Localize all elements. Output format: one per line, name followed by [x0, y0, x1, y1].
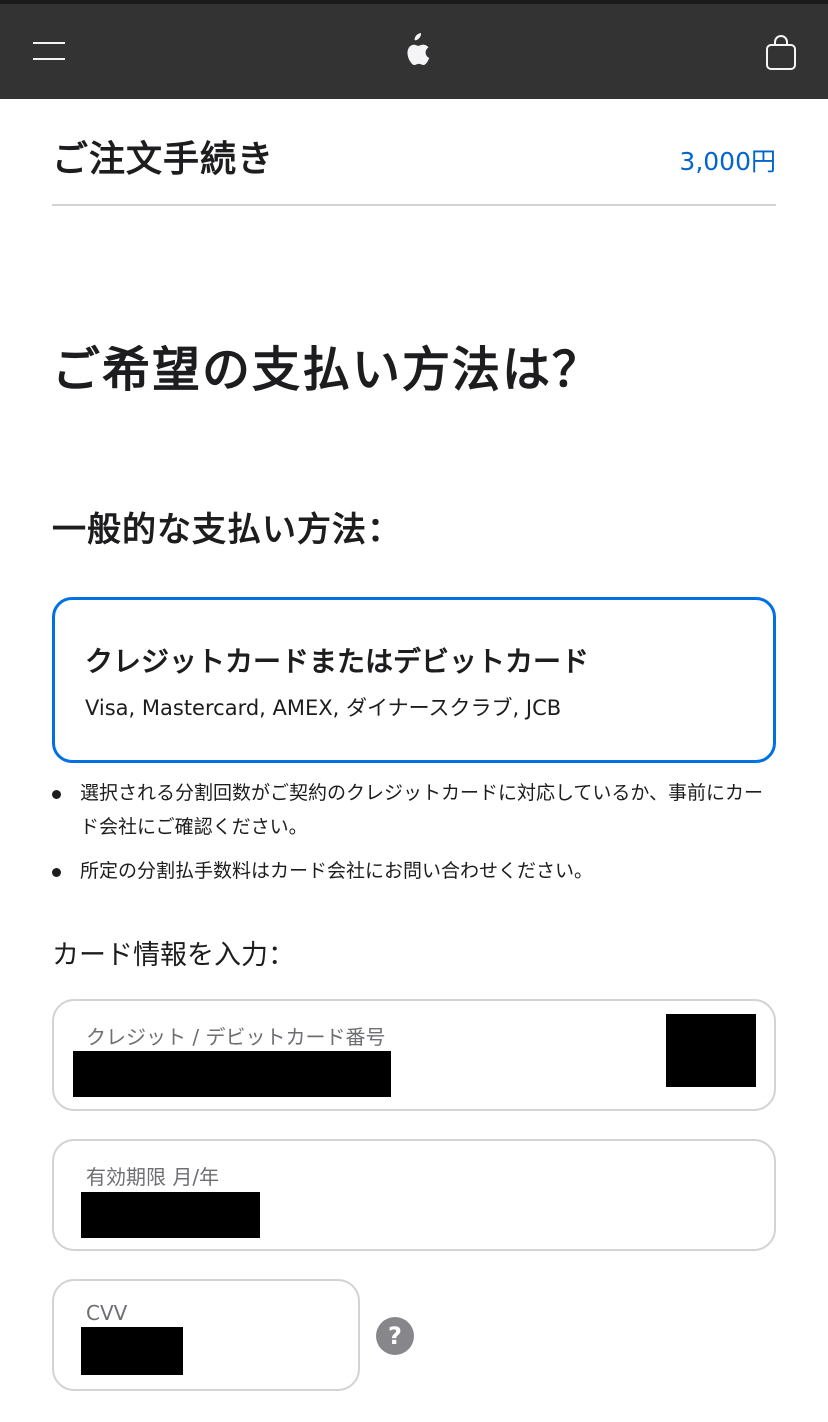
credit-debit-card-option[interactable]: クレジットカードまたはデビットカード Visa, Mastercard, AME… — [52, 597, 776, 763]
payment-option-title: クレジットカードまたはデビットカード — [85, 645, 590, 678]
payment-method-heading: ご希望の支払い方法は？ — [52, 342, 603, 398]
card-number-redacted-value — [73, 1051, 391, 1097]
card-info-heading: カード情報を入力： — [52, 940, 295, 971]
payment-notes: 選択される分割回数がご契約のクレジットカードに対応しているか、事前にカード会社に… — [52, 776, 782, 898]
expiry-label: 有効期限 月/年 — [86, 1165, 220, 1189]
page-title: ご注文手続き — [52, 139, 275, 180]
note-text: 選択される分割回数がご契約のクレジットカードに対応しているか、事前にカード会社に… — [80, 782, 764, 838]
shopping-bag-icon[interactable] — [764, 33, 798, 73]
card-number-label: クレジット / デビットカード番号 — [86, 1025, 386, 1049]
apple-logo-icon[interactable] — [397, 31, 431, 71]
card-number-field[interactable]: クレジット / デビットカード番号 — [52, 999, 776, 1111]
order-total-link[interactable]: 3,000円 — [679, 142, 776, 178]
note-text: 所定の分割払手数料はカード会社にお問い合わせください。 — [80, 860, 594, 882]
bullet-icon — [52, 790, 61, 799]
cvv-label: CVV — [86, 1301, 128, 1325]
checkout-header: ご注文手続き 3,000円 — [52, 124, 776, 206]
card-brand-redacted-icon — [666, 1014, 756, 1087]
accepted-cards-list: Visa, Mastercard, AMEX, ダイナースクラブ, JCB — [85, 696, 562, 720]
common-payment-methods-heading: 一般的な支払い方法： — [52, 510, 402, 550]
bullet-icon — [52, 868, 61, 877]
cvv-redacted-value — [81, 1327, 183, 1375]
expiry-date-field[interactable]: 有効期限 月/年 — [52, 1139, 776, 1251]
cvv-help-icon[interactable]: ? — [376, 1317, 414, 1355]
menu-icon[interactable] — [33, 42, 65, 64]
list-item: 所定の分割払手数料はカード会社にお問い合わせください。 — [52, 854, 782, 888]
list-item: 選択される分割回数がご契約のクレジットカードに対応しているか、事前にカード会社に… — [52, 776, 782, 844]
global-nav-bar — [0, 0, 828, 99]
cvv-field[interactable]: CVV — [52, 1279, 360, 1391]
expiry-redacted-value — [81, 1192, 260, 1238]
